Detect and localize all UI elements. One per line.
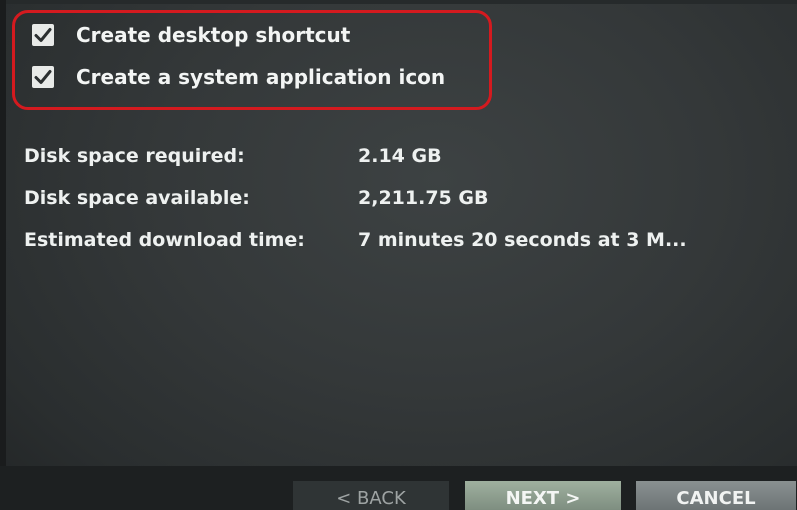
left-edge <box>0 0 6 510</box>
disk-space-required-label: Disk space required: <box>24 145 245 167</box>
disk-space-available-label: Disk space available: <box>24 187 250 209</box>
checkmark-icon <box>34 28 52 42</box>
system-app-icon-checkbox[interactable] <box>32 66 54 88</box>
cancel-button[interactable]: CANCEL <box>636 481 796 510</box>
back-button[interactable]: < BACK <box>293 481 449 510</box>
desktop-shortcut-checkbox[interactable] <box>32 24 54 46</box>
system-app-icon-label: Create a system application icon <box>76 65 446 89</box>
desktop-shortcut-option[interactable]: Create desktop shortcut <box>32 21 350 49</box>
checkmark-icon <box>34 70 52 84</box>
install-dialog: Create desktop shortcut Create a system … <box>0 0 797 510</box>
next-button[interactable]: NEXT > <box>465 481 621 510</box>
system-app-icon-option[interactable]: Create a system application icon <box>32 63 445 91</box>
estimated-download-time-value: 7 minutes 20 seconds at 3 M... <box>358 229 687 251</box>
disk-space-available-value: 2,211.75 GB <box>358 187 489 209</box>
desktop-shortcut-label: Create desktop shortcut <box>76 23 351 47</box>
top-edge <box>0 0 797 4</box>
estimated-download-time-label: Estimated download time: <box>24 229 305 251</box>
disk-space-required-value: 2.14 GB <box>358 145 442 167</box>
